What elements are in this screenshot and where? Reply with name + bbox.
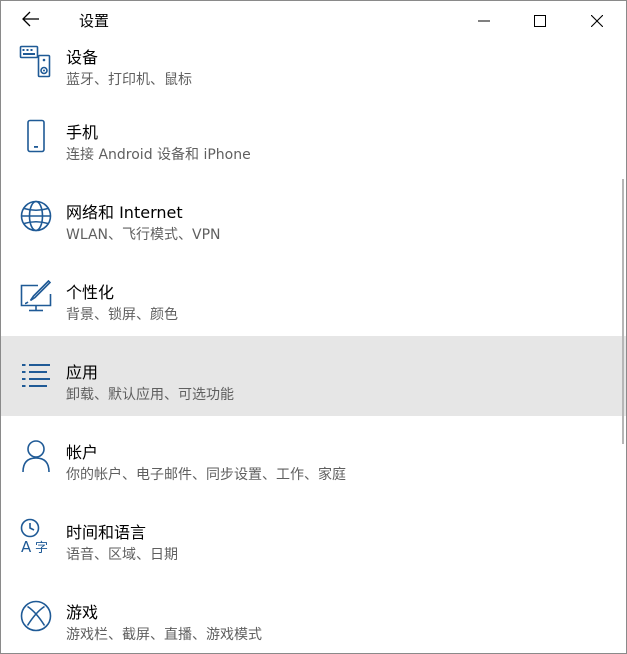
settings-item-description: 你的帐户、电子邮件、同步设置、工作、家庭 — [66, 467, 346, 483]
settings-item-gaming[interactable]: 游戏 游戏栏、截屏、直播、游戏模式 — [1, 576, 626, 653]
settings-item-description: WLAN、飞行模式、VPN — [66, 227, 221, 243]
settings-item-description: 卸载、默认应用、可选功能 — [66, 387, 234, 403]
settings-item-title: 时间和语言 — [66, 523, 147, 542]
phone-icon — [18, 118, 54, 154]
settings-item-time-language[interactable]: A 字 时间和语言 语音、区域、日期 — [1, 496, 626, 576]
personalization-icon — [18, 278, 54, 314]
back-button[interactable] — [13, 5, 49, 37]
close-icon — [590, 12, 604, 31]
minimize-button[interactable] — [457, 1, 511, 41]
svg-text:A: A — [21, 538, 32, 554]
settings-item-title: 设备 — [66, 48, 99, 67]
settings-item-apps[interactable]: 应用 卸载、默认应用、可选功能 — [1, 336, 626, 416]
settings-item-accounts[interactable]: 帐户 你的帐户、电子邮件、同步设置、工作、家庭 — [1, 416, 626, 496]
settings-item-personalization[interactable]: 个性化 背景、锁屏、颜色 — [1, 256, 626, 336]
settings-item-description: 蓝牙、打印机、鼠标 — [66, 72, 192, 88]
settings-item-title: 网络和 Internet — [66, 203, 183, 222]
settings-item-phone[interactable]: 手机 连接 Android 设备和 iPhone — [1, 96, 626, 176]
minimize-icon — [478, 12, 490, 31]
window-title: 设置 — [79, 12, 110, 30]
settings-item-title: 应用 — [66, 363, 99, 382]
xbox-icon — [18, 598, 54, 634]
person-icon — [18, 438, 54, 474]
settings-item-network[interactable]: 网络和 Internet WLAN、飞行模式、VPN — [1, 176, 626, 256]
svg-text:字: 字 — [35, 541, 48, 554]
device-icon — [18, 43, 54, 79]
maximize-icon — [534, 12, 546, 31]
settings-item-description: 语音、区域、日期 — [66, 547, 178, 563]
settings-item-description: 背景、锁屏、颜色 — [66, 307, 178, 323]
title-bar: 设置 — [1, 1, 626, 41]
settings-item-title: 个性化 — [66, 283, 115, 302]
scrollbar-thumb[interactable] — [622, 179, 624, 444]
close-button[interactable] — [570, 1, 624, 41]
settings-list: 设备 蓝牙、打印机、鼠标 手机 连接 Android 设备和 iPhone 网络… — [1, 1, 626, 653]
settings-window: 设备 蓝牙、打印机、鼠标 手机 连接 Android 设备和 iPhone 网络… — [0, 0, 627, 654]
settings-item-description: 连接 Android 设备和 iPhone — [66, 147, 251, 163]
settings-item-title: 游戏 — [66, 603, 99, 622]
globe-icon — [18, 198, 54, 234]
settings-item-title: 手机 — [66, 123, 99, 142]
settings-item-description: 游戏栏、截屏、直播、游戏模式 — [66, 627, 262, 643]
time-language-icon: A 字 — [18, 518, 54, 554]
back-arrow-icon — [22, 11, 40, 31]
apps-list-icon — [18, 358, 54, 394]
settings-item-title: 帐户 — [66, 443, 99, 462]
maximize-button[interactable] — [513, 1, 567, 41]
